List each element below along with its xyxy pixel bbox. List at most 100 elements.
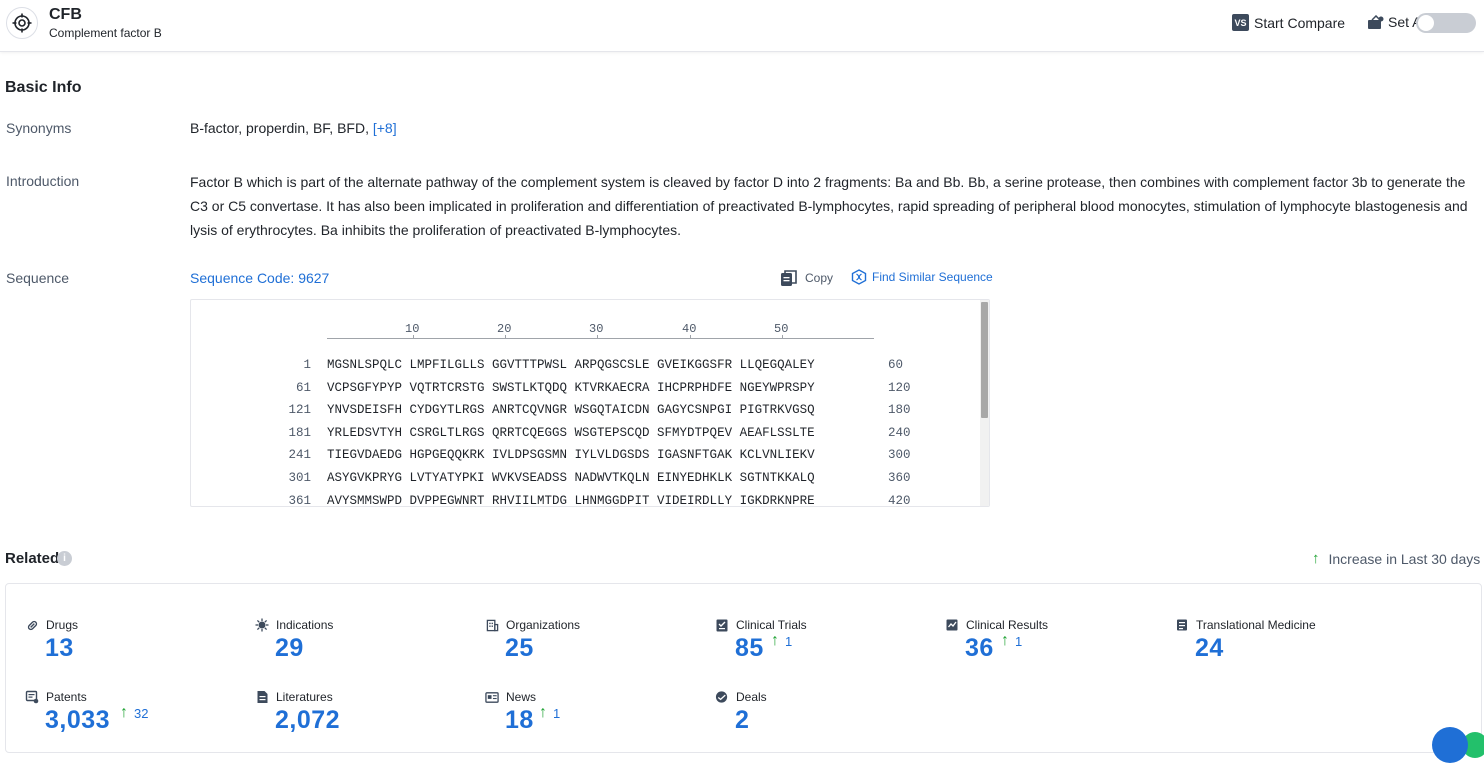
related-stat-news[interactable]: News 18 ↑1 <box>485 690 705 754</box>
stat-value[interactable]: 2,072 <box>275 706 340 735</box>
stat-header: Patents <box>25 690 87 704</box>
sequence-start-index: 121 <box>191 403 311 417</box>
ruler-tick: 30 <box>589 322 603 336</box>
find-similar-label: Find Similar Sequence <box>872 270 993 284</box>
find-similar-sequence-button[interactable]: Find Similar Sequence <box>851 269 993 285</box>
stat-value[interactable]: 25 <box>505 634 534 663</box>
toggle-knob <box>1418 15 1434 31</box>
related-stat-translational-medicine[interactable]: Translational Medicine 24 <box>1175 618 1395 682</box>
stat-value[interactable]: 29 <box>275 634 304 663</box>
document-icon <box>255 690 269 704</box>
sequence-row: 1MGSNLSPQLC LMPFILGLLS GGVTTTPWSL ARPQGS… <box>191 358 981 376</box>
sequence-viewer[interactable]: 10 20 30 40 50 1MGSNLSPQLC LMPFILGLLS GG… <box>190 299 990 507</box>
related-stat-clinical-trials[interactable]: Clinical Trials 85 ↑1 <box>715 618 935 682</box>
related-stat-patents[interactable]: Patents 3,033 ↑ 32 <box>25 690 245 754</box>
stat-value[interactable]: 36 <box>965 634 994 663</box>
stat-value[interactable]: 13 <box>45 634 74 663</box>
increase-legend: ↑ Increase in Last 30 days <box>1312 550 1480 567</box>
copy-label: Copy <box>805 271 833 285</box>
sequence-end-index: 120 <box>888 381 911 395</box>
stat-increase: ↑1 <box>771 634 792 649</box>
sequence-row: 181 YRLEDSVTYH CSRGLTLRGS QRRTCQEGGS WSGT… <box>191 426 981 444</box>
stat-label: Organizations <box>506 618 580 632</box>
stat-header: Deals <box>715 690 767 704</box>
stat-header: Indications <box>255 618 333 632</box>
chat-icon[interactable] <box>1432 727 1468 763</box>
related-stat-indications[interactable]: Indications 29 <box>255 618 475 682</box>
sequence-end-index: 360 <box>888 471 911 485</box>
sequence-end-index: 420 <box>888 494 911 507</box>
sequence-start-index: 241 <box>191 448 311 462</box>
introduction-label: Introduction <box>6 173 79 189</box>
related-stat-clinical-results[interactable]: Clinical Results36↑1 <box>945 618 1165 682</box>
sequence-residues: YRLEDSVTYH CSRGLTLRGS QRRTCQEGGS WSGTEPS… <box>327 426 815 440</box>
sequence-ruler: 10 20 30 40 50 <box>327 322 874 339</box>
increase-count: 1 <box>1015 634 1022 649</box>
stat-value[interactable]: 18 <box>505 706 534 735</box>
increase-count: 32 <box>134 706 148 721</box>
sequence-start-index: 361 <box>191 494 311 507</box>
sequence-row: 241 TIEGVDAEDG HGPGEQQKRK IVLDPSGSMN IYLV… <box>191 448 981 466</box>
sequence-residues: ASYGVKPRYG LVTYATYPKI WVKVSEADSS NADWVTK… <box>327 471 815 485</box>
up-arrow-icon: ↑ <box>120 706 128 720</box>
stat-increase: ↑1 <box>1001 634 1022 649</box>
ruler-tick: 40 <box>682 322 696 336</box>
sequence-residues: MGSNLSPQLC LMPFILGLLS GGVTTTPWSL ARPQGSC… <box>327 358 815 372</box>
sequence-row: 301ASYGVKPRYG LVTYATYPKI WVKVSEADSS NADW… <box>191 471 981 489</box>
stat-header: Clinical Results <box>945 618 1048 632</box>
scrollbar-thumb[interactable] <box>981 302 988 418</box>
stat-value[interactable]: 85 <box>735 634 764 663</box>
chart-doc-icon <box>945 618 959 632</box>
sequence-row: 61VCPSGFYPYP VQTRTCRSTG SWSTLKTQDQ KTVRK… <box>191 381 981 399</box>
stat-label: Literatures <box>276 690 333 704</box>
alert-toggle[interactable] <box>1416 13 1476 33</box>
stat-label: News <box>506 690 536 704</box>
stat-header: Translational Medicine <box>1175 618 1316 632</box>
related-title: Related <box>5 550 59 567</box>
patent-icon <box>25 690 39 704</box>
stat-increase: ↑1 <box>539 706 560 721</box>
sequence-row: 361 AVYSMMSWPD DVPPEGWNRT RHVIILMTDG LHNM… <box>191 494 981 507</box>
sequence-start-index: 181 <box>191 426 311 440</box>
stat-header: Literatures <box>255 690 333 704</box>
stat-value[interactable]: 24 <box>1195 634 1224 663</box>
introduction-text: Factor B which is part of the alternate … <box>190 170 1480 242</box>
stat-value[interactable]: 2 <box>735 706 749 735</box>
related-stat-organizations[interactable]: Organizations 25 <box>485 618 705 682</box>
stat-label: Translational Medicine <box>1196 618 1316 632</box>
stat-label: Clinical Results <box>966 618 1048 632</box>
handshake-icon <box>715 690 729 704</box>
start-compare-button[interactable]: VS Start Compare <box>1232 14 1345 31</box>
related-stat-drugs[interactable]: Drugs 13 <box>25 618 245 682</box>
stat-label: Drugs <box>46 618 78 632</box>
ruler-tick: 10 <box>405 322 419 336</box>
related-panel: Drugs 13 Indications 29 Organizations 25 Clini… <box>5 583 1482 753</box>
sequence-scrollbar[interactable] <box>980 300 989 506</box>
synonyms-more-link[interactable]: [+8] <box>373 120 397 136</box>
stat-header: Clinical Trials <box>715 618 807 632</box>
sequence-residues: AVYSMMSWPD DVPPEGWNRT RHVIILMTDG LHNMGGD… <box>327 494 815 507</box>
copy-icon <box>780 269 798 287</box>
alert-icon <box>1367 15 1384 30</box>
up-arrow-icon: ↑ <box>1001 634 1009 648</box>
virus-icon <box>255 618 269 632</box>
news-icon <box>485 690 499 704</box>
page-subtitle: Complement factor B <box>49 26 162 40</box>
stat-header: Organizations <box>485 618 580 632</box>
sequence-residues: VCPSGFYPYP VQTRTCRSTG SWSTLKTQDQ KTVRKAE… <box>327 381 815 395</box>
related-stat-literatures[interactable]: Literatures 2,072 <box>255 690 475 754</box>
top-header: CFB Complement factor B VS Start Compare… <box>0 0 1484 52</box>
ruler-tick: 20 <box>497 322 511 336</box>
info-icon[interactable]: i <box>57 551 72 566</box>
stat-header: Drugs <box>25 618 78 632</box>
sequence-code-link[interactable]: Sequence Code: 9627 <box>190 270 329 286</box>
compare-icon: VS <box>1232 14 1249 31</box>
increase-count: 1 <box>785 634 792 649</box>
related-stat-deals[interactable]: Deals 2 <box>715 690 935 754</box>
copy-button[interactable]: Copy <box>780 269 833 287</box>
synonyms-value: B-factor, properdin, BF, BFD, [+8] <box>190 120 397 136</box>
book-icon <box>1175 618 1189 632</box>
stat-value[interactable]: 3,033 <box>45 706 110 735</box>
sequence-residues: TIEGVDAEDG HGPGEQQKRK IVLDPSGSMN IYLVLDG… <box>327 448 815 462</box>
sequence-end-index: 240 <box>888 426 911 440</box>
